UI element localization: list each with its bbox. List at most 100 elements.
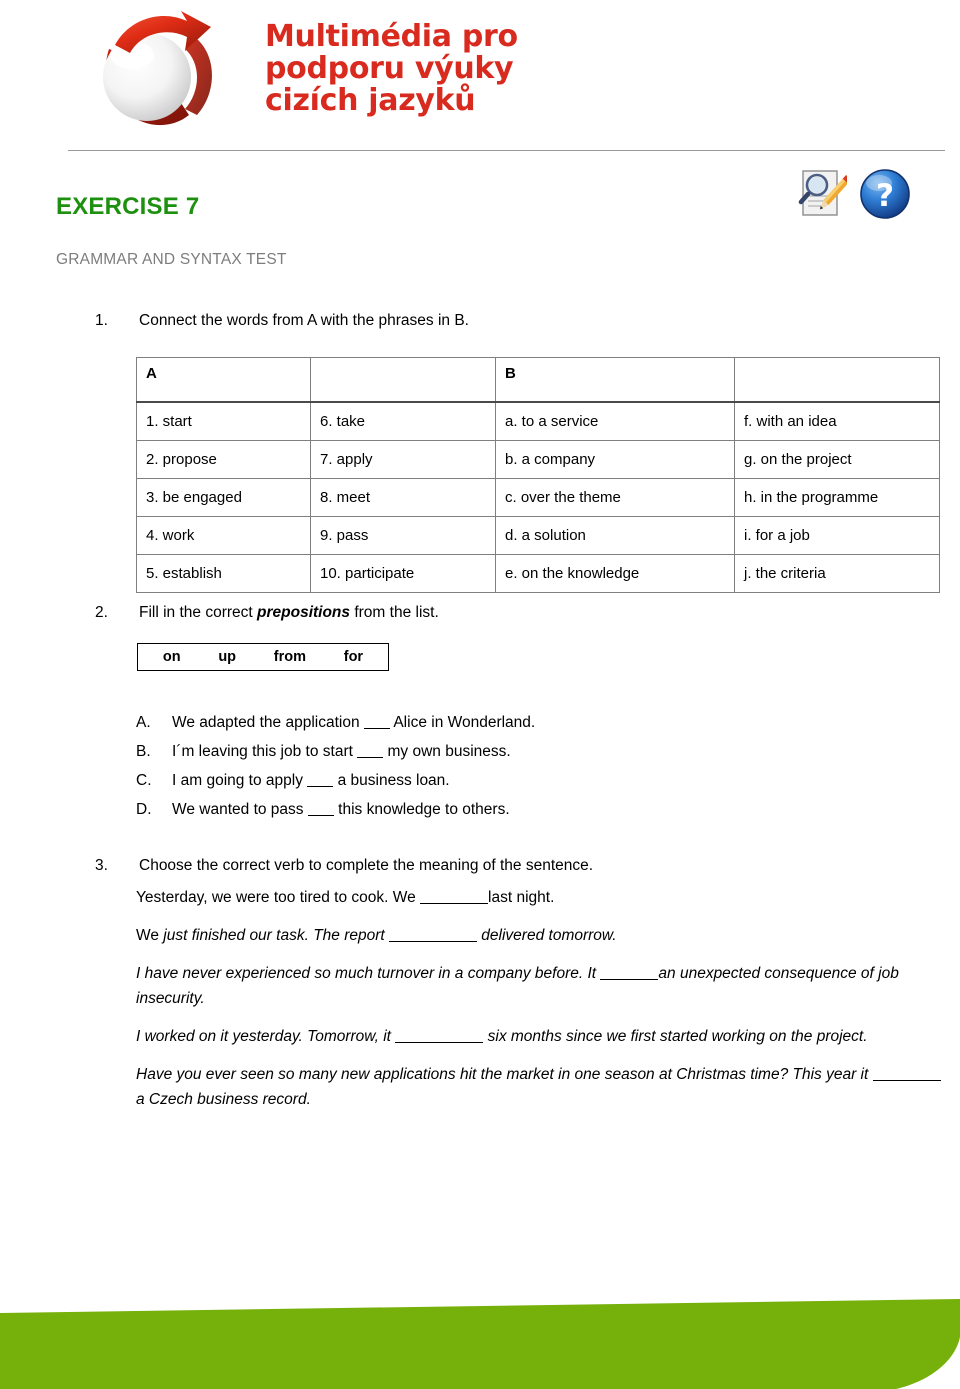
list-item: B. I´m leaving this job to start my own … xyxy=(136,737,836,766)
table-row: 2. propose 7. apply b. a company g. on t… xyxy=(136,440,940,479)
table-cell: j. the criteria xyxy=(734,554,940,593)
item-text-pre: We wanted to pass xyxy=(172,801,308,818)
task-2-items: A. We adapted the application Alice in W… xyxy=(136,708,836,824)
task-3: 3. Choose the correct verb to complete t… xyxy=(95,855,915,877)
table-header-b: B xyxy=(495,357,735,403)
item-text: We wanted to pass this knowledge to othe… xyxy=(172,795,836,824)
table-cell: 2. propose xyxy=(136,440,311,479)
sentence-5-pre: Have you ever seen so many new applicati… xyxy=(136,1066,873,1083)
table-cell: 3. be engaged xyxy=(136,478,311,517)
word-bank-box: on up from for xyxy=(137,643,389,671)
item-text: I´m leaving this job to start my own bus… xyxy=(172,737,836,766)
table-cell: c. over the theme xyxy=(495,478,735,517)
table-row: 1. start 6. take a. to a service f. with… xyxy=(136,401,940,441)
sentence-4-pre: I worked on it yesterday. Tomorrow, it xyxy=(136,1028,396,1045)
answer-blank[interactable] xyxy=(363,728,390,729)
brand-line-2: podporu výuky xyxy=(265,51,514,86)
list-item: A. We adapted the application Alice in W… xyxy=(136,708,836,737)
item-text-post: this knowledge to others. xyxy=(333,801,510,818)
item-text: I am going to apply a business loan. xyxy=(172,766,836,795)
answer-blank[interactable] xyxy=(307,815,334,816)
table-header-a: A xyxy=(136,357,311,403)
brand-logo: Multimédia pro podporu výuky cizích jazy… xyxy=(85,5,518,135)
item-text-post: Alice in Wonderland. xyxy=(389,714,536,731)
table-cell: i. for a job xyxy=(734,516,940,555)
sentence-2-pre: just finished our task. The report xyxy=(163,927,389,944)
help-question-icon[interactable]: ? xyxy=(857,166,913,222)
green-angled-band-icon xyxy=(0,1299,960,1389)
table-cell: 6. take xyxy=(310,401,496,441)
item-letter: B. xyxy=(136,743,151,760)
table-cell: a. to a service xyxy=(495,401,735,441)
document-review-icon[interactable] xyxy=(795,168,847,220)
answer-blank[interactable] xyxy=(420,903,489,904)
answer-blank[interactable] xyxy=(307,786,334,787)
sentence-3-pre: I have never experienced so much turnove… xyxy=(136,965,601,982)
table-row: 3. be engaged 8. meet c. over the theme … xyxy=(136,478,940,517)
task-3-instruction: Choose the correct verb to complete the … xyxy=(139,857,594,874)
brand-line-1: Multimédia pro xyxy=(265,19,518,54)
table-cell: g. on the project xyxy=(734,440,940,479)
sentence-2-post: delivered tomorrow. xyxy=(477,927,617,944)
sentence-3: I have never experienced so much turnove… xyxy=(136,961,948,1011)
sentence-4-post: six months since we first started workin… xyxy=(483,1028,868,1045)
item-text-pre: I´m leaving this job to start xyxy=(172,743,358,760)
table-row: 5. establish 10. participate e. on the k… xyxy=(136,554,940,593)
task-1-instruction: Connect the words from A with the phrase… xyxy=(139,312,469,329)
brand-line-3: cizích jazyků xyxy=(265,83,476,118)
sentence-2-lead: We xyxy=(136,927,164,944)
item-letter: D. xyxy=(136,801,152,818)
task-1: 1. Connect the words from A with the phr… xyxy=(95,310,795,332)
table-cell: b. a company xyxy=(495,440,735,479)
page-subtitle: GRAMMAR AND SYNTAX TEST xyxy=(56,251,287,268)
header-divider xyxy=(68,150,945,151)
sentence-5-post: a Czech business record. xyxy=(136,1091,311,1108)
task-2: 2. Fill in the correct prepositions from… xyxy=(95,602,795,624)
table-row: 4. work 9. pass d. a solution i. for a j… xyxy=(136,516,940,555)
sentence-1-post: last night. xyxy=(488,889,555,906)
task-2-instruction-part-1: Fill in the correct xyxy=(139,604,258,621)
answer-blank[interactable] xyxy=(600,979,659,980)
item-letter: C. xyxy=(136,772,152,789)
table-cell: 1. start xyxy=(136,401,311,441)
word-bank-item: for xyxy=(343,649,364,665)
list-item: D. We wanted to pass this knowledge to o… xyxy=(136,795,836,824)
table-cell: e. on the knowledge xyxy=(495,554,735,593)
header-icon-group: ? xyxy=(795,166,920,222)
item-letter: A. xyxy=(136,714,151,731)
table-header-b2 xyxy=(734,357,940,403)
sentence-5: Have you ever seen so many new applicati… xyxy=(136,1062,948,1112)
answer-blank[interactable] xyxy=(389,941,477,942)
svg-text:?: ? xyxy=(876,178,894,214)
sphere-arrow-logo-icon xyxy=(103,11,212,126)
table-header-row: A B xyxy=(136,357,940,403)
answer-blank[interactable] xyxy=(872,1080,941,1081)
table-cell: d. a solution xyxy=(495,516,735,555)
footer-decoration xyxy=(0,1259,960,1389)
item-text-pre: I am going to apply xyxy=(172,772,308,789)
table-header-a2 xyxy=(310,357,496,403)
list-item: C. I am going to apply a business loan. xyxy=(136,766,836,795)
task-2-instruction-part-2: from the list. xyxy=(350,604,439,621)
word-bank-item: from xyxy=(273,649,306,665)
item-text-pre: We adapted the application xyxy=(172,714,364,731)
table-cell: 7. apply xyxy=(310,440,496,479)
table-cell: 10. participate xyxy=(310,554,496,593)
task-3-number: 3. xyxy=(95,857,108,874)
sentence-2: We just finished our task. The report de… xyxy=(136,923,948,948)
answer-blank[interactable] xyxy=(357,757,384,758)
task-2-instruction: Fill in the correct prepositions from th… xyxy=(139,602,795,624)
table-cell: 5. establish xyxy=(136,554,311,593)
sentence-1: Yesterday, we were too tired to cook. We… xyxy=(136,885,948,910)
table-cell: 9. pass xyxy=(310,516,496,555)
answer-blank[interactable] xyxy=(395,1042,484,1043)
task-3-sentences: Yesterday, we were too tired to cook. We… xyxy=(136,885,948,1125)
table-cell: h. in the programme xyxy=(734,478,940,517)
page-title: EXERCISE 7 xyxy=(56,193,200,220)
brand-wordmark: Multimédia pro podporu výuky cizích jazy… xyxy=(265,21,595,117)
item-text: We adapted the application Alice in Wond… xyxy=(172,708,836,737)
task-2-number: 2. xyxy=(95,604,108,621)
item-text-post: a business loan. xyxy=(333,772,450,789)
table-cell: f. with an idea xyxy=(734,401,940,441)
table-cell: 8. meet xyxy=(310,478,496,517)
